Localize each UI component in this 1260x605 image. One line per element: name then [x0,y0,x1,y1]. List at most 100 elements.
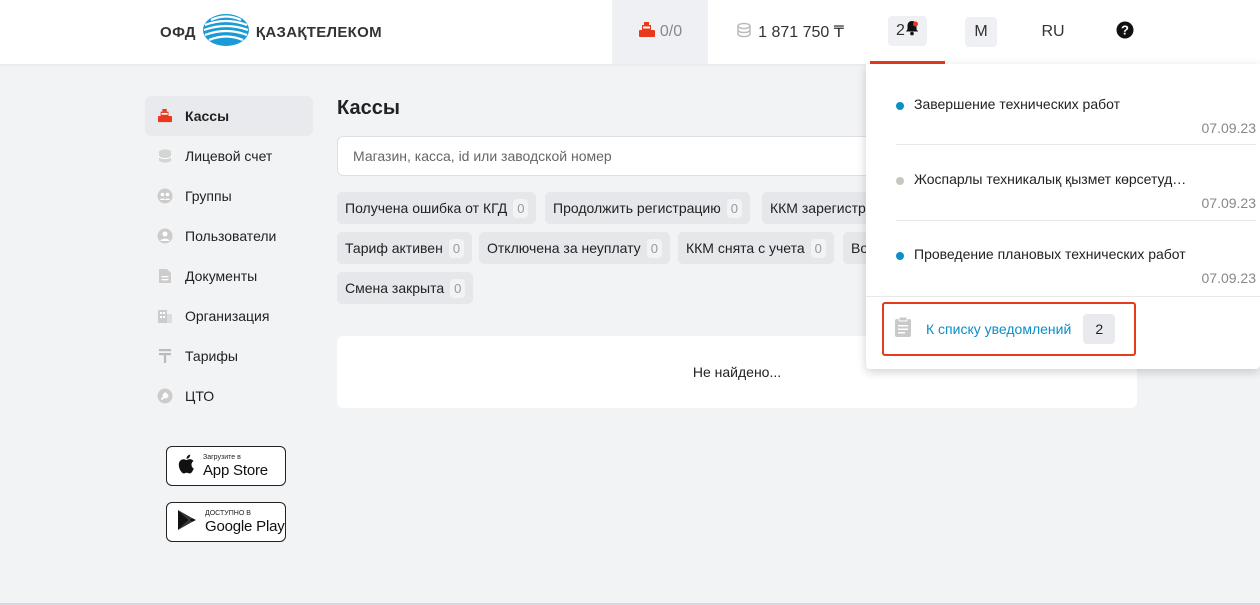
app-store-small-label: Загрузите в [203,454,241,461]
clipboard-icon [894,316,912,343]
sidebar-item-label: ЦТО [185,388,215,404]
balance-text: 1 871 750 ₸ [758,24,844,41]
filter-chip-label: Продолжить регистрацию [553,200,721,216]
sidebar: Кассы Лицевой счет Группы Пользователи Д… [145,96,313,416]
group-icon [157,188,173,204]
filter-chip-disabled-nonpayment[interactable]: Отключена за неуплату 0 [479,232,670,264]
svg-text:?: ? [1121,22,1129,37]
sidebar-item-label: Пользователи [185,228,277,244]
filter-chip-tariff-active[interactable]: Тариф активен 0 [337,232,473,264]
sidebar-item-label: Организация [185,308,270,324]
sidebar-item-documents[interactable]: Документы [145,256,313,296]
user-menu-button[interactable]: M [960,0,1002,64]
filter-chip-count: 0 [450,278,466,298]
building-icon [157,308,173,324]
cash-register-icon [638,21,656,43]
notifications-list-label: К списку уведомлений [926,321,1072,337]
sidebar-item-cto[interactable]: ЦТО [145,376,313,416]
google-play-small-label: ДОСТУПНО В [205,510,251,517]
app-store-text: Загрузите в App Store [203,454,268,478]
logo[interactable]: ОФД ҚАЗАҚТЕЛЕКОМ [160,13,382,52]
notifications-count: 2 [896,21,905,39]
filter-chip-truncated[interactable]: Во [843,232,866,264]
filter-chip-count: 0 [646,238,662,258]
notification-date: 07.09.23 [1201,120,1257,136]
google-play-button[interactable]: ДОСТУПНО В Google Play [166,502,286,542]
kkm-counter-text: 0/0 [659,23,683,40]
notifications-button[interactable]: 2 [870,0,945,64]
notification-title: Проведение плановых технических работ [914,246,1186,262]
unread-dot-icon [896,252,904,260]
read-dot-icon [896,177,904,185]
filter-chip-label: Тариф активен [345,240,443,256]
filter-chip-shift-closed[interactable]: Смена закрыта 0 [337,272,474,304]
filter-chip-kgd-error[interactable]: Получена ошибка от КГД 0 [337,192,537,224]
unread-dot-icon [896,102,904,110]
page-title: Кассы [337,97,400,119]
sidebar-item-label: Группы [185,188,232,204]
notification-item[interactable]: Завершение технических работ 07.09.23 [896,72,1256,148]
sidebar-item-tariffs[interactable]: Тарифы [145,336,313,376]
filter-chip-kkm-registered[interactable]: ККМ зарегистр [762,192,866,224]
app-store-button[interactable]: Загрузите в App Store [166,446,286,486]
notification-item[interactable]: Жоспарлы техникалық қызмет көрсетуд… 07.… [896,147,1256,223]
notifications-dropdown: Завершение технических работ 07.09.23 Жо… [866,64,1260,369]
google-play-icon [177,509,197,536]
notification-item[interactable]: Проведение плановых технических работ 07… [896,222,1256,298]
filter-chip-count: 0 [448,238,465,258]
divider [896,144,1256,145]
wrench-icon [157,388,173,404]
notifications-list-link[interactable]: К списку уведомлений 2 [882,302,1136,356]
filter-chip-label: Смена закрыта [345,280,445,296]
sidebar-item-account[interactable]: Лицевой счет [145,136,313,176]
filter-chip-label: Отключена за неуплату [487,240,641,256]
cash-register-icon [157,108,173,124]
notification-title: Завершение технических работ [914,96,1121,112]
sidebar-item-label: Тарифы [185,348,238,364]
sidebar-item-groups[interactable]: Группы [145,176,313,216]
kkm-counter-button[interactable]: 0/0 [612,0,708,64]
filter-chip-label: Во [851,240,866,256]
balance-button[interactable]: 1 871 750 ₸ [730,0,850,64]
tenge-icon [157,348,173,364]
coins-icon [157,148,173,164]
divider [866,296,1260,297]
filter-chip-count: 0 [513,198,529,218]
sidebar-item-kassy[interactable]: Кассы [145,96,313,136]
filter-chip-continue-registration[interactable]: Продолжить регистрацию 0 [545,192,750,224]
google-play-label: Google Play [205,518,285,535]
notification-date: 07.09.23 [1201,195,1257,211]
sidebar-item-organization[interactable]: Организация [145,296,313,336]
language-switch[interactable]: RU [1032,0,1074,64]
help-button[interactable]: ? [1108,0,1142,64]
logo-brand-text: ҚАЗАҚТЕЛЕКОМ [255,23,382,41]
filter-chip-label: Получена ошибка от КГД [345,200,508,216]
google-play-text: ДОСТУПНО В Google Play [205,510,285,534]
filter-chip-label: ККМ снята с учета [686,240,805,256]
document-icon [157,268,173,284]
notification-date: 07.09.23 [1201,270,1257,286]
empty-results-text: Не найдено... [692,364,782,380]
coins-icon [736,22,752,43]
divider [896,220,1256,221]
filter-chip-kkm-deregistered[interactable]: ККМ снята с учета 0 [678,232,834,264]
question-circle-icon: ? [1116,21,1134,44]
logo-ofd-text: ОФД [160,23,196,41]
apple-icon [177,454,195,479]
filter-chip-count: 0 [810,238,826,258]
sidebar-item-label: Документы [185,268,258,284]
globe-logo-icon [202,13,250,52]
notifications-list-count: 2 [1083,314,1116,344]
avatar: M [965,17,997,47]
filter-chip-label: ККМ зарегистр [770,200,866,216]
top-header: ОФД ҚАЗАҚТЕЛЕКОМ 0/0 1 871 750 ₸ 2 M RU … [0,0,1260,64]
sidebar-item-label: Лицевой счет [185,148,273,164]
sidebar-item-label: Кассы [185,108,230,124]
bell-icon [905,20,919,41]
app-store-label: App Store [203,462,268,479]
sidebar-item-users[interactable]: Пользователи [145,216,313,256]
notification-title: Жоспарлы техникалық қызмет көрсетуд… [914,171,1187,187]
user-icon [157,228,173,244]
notifications-box: 2 [888,15,927,46]
filter-chip-count: 0 [726,198,742,218]
